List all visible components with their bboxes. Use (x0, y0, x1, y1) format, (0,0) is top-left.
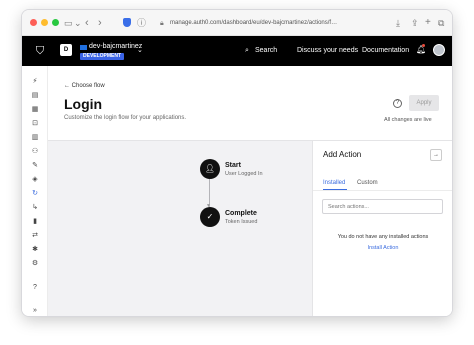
page-subtitle: Customize the login flow for your applic… (64, 115, 187, 121)
region-flag-icon (80, 45, 87, 50)
discuss-link[interactable]: Discuss your needs (297, 46, 358, 56)
authentication-icon[interactable]: ⊡ (31, 120, 39, 128)
info-icon[interactable]: ⓘ (137, 16, 146, 30)
address-bar[interactable]: manage.auth0.com/dashboard/eu/dev-bajcma… (170, 17, 346, 29)
sidebar-toggle-icon[interactable]: ▭ (64, 16, 73, 30)
settings-icon[interactable]: ⚙︎ (31, 260, 39, 268)
main-content: ← Choose flow Login Customize the login … (48, 66, 452, 316)
browser-window: ▭ ⌄ ‹ › ⓘ 🔒︎ manage.auth0.com/dashboard/… (22, 10, 452, 316)
auth0-logo-icon[interactable]: ⛉ (34, 44, 46, 58)
user-avatar[interactable] (433, 44, 445, 56)
chevron-down-icon[interactable]: ⌄ (74, 16, 82, 30)
start-node-title: Start (225, 162, 241, 169)
add-action-panel: Add Action → Installed Custom You do not… (312, 140, 452, 316)
back-link-label: Choose flow (71, 83, 105, 89)
close-window-button[interactable] (30, 19, 37, 26)
organizations-icon[interactable]: ▥ (31, 134, 39, 142)
maximize-window-button[interactable] (52, 19, 59, 26)
tab-custom[interactable]: Custom (357, 179, 378, 187)
forward-arrow-icon[interactable]: › (98, 16, 102, 30)
panel-title: Add Action (323, 150, 362, 159)
checkmark-icon[interactable]: ✓ (200, 207, 220, 227)
search-icon[interactable]: ⌕ (245, 46, 249, 56)
search-link[interactable]: Search (255, 46, 277, 56)
back-link[interactable]: ← Choose flow (64, 82, 105, 90)
marketplace-icon[interactable]: ⇄ (31, 232, 39, 240)
collapse-sidebar-icon[interactable]: » (31, 307, 39, 315)
tenant-avatar[interactable]: D (60, 44, 72, 56)
notification-dot (422, 44, 425, 47)
documentation-link[interactable]: Documentation (362, 46, 409, 56)
flow-canvas[interactable]: 👤︎ Start User Logged In ▼ ✓ Complete Tok… (48, 140, 312, 316)
save-status: All changes are live (384, 117, 432, 123)
download-icon[interactable]: ⤓ (396, 16, 400, 30)
complete-node-title: Complete (225, 210, 257, 217)
tenant-switcher-chevron-icon[interactable]: ⌄ (137, 46, 143, 55)
extensions-icon[interactable]: ✱ (31, 246, 39, 254)
bolt-icon[interactable]: ⚡︎ (31, 78, 39, 86)
page-title: Login (64, 96, 103, 112)
browser-toolbar: ▭ ⌄ ‹ › ⓘ 🔒︎ manage.auth0.com/dashboard/… (22, 10, 452, 36)
start-node-subtitle: User Logged In (225, 171, 263, 177)
tab-overview-icon[interactable]: ⧉ (438, 16, 444, 30)
auth-pipeline-icon[interactable]: ↳ (31, 204, 39, 212)
monitoring-icon[interactable]: ▮ (31, 218, 39, 226)
new-tab-icon[interactable]: + (425, 16, 431, 30)
privacy-shield-icon[interactable] (123, 18, 131, 27)
app-header: ⛉ D dev-bajcmartinez DEVELOPMENT ⌄ ⌕ Sea… (22, 36, 452, 66)
tab-installed[interactable]: Installed (323, 179, 345, 187)
tabs-divider (313, 190, 452, 191)
complete-node-subtitle: Token Issued (225, 219, 258, 225)
share-icon[interactable]: ⇪ (411, 16, 419, 30)
arrow-right-icon[interactable]: → (430, 149, 442, 161)
sidebar: ⚡︎ ▤ ▦ ⊡ ▥ ⚇ ✎ ◈ ↻ ↳ ▮ ⇄ ✱ ⚙︎ ? » (22, 66, 48, 316)
user-icon[interactable]: 👤︎ (200, 159, 220, 179)
lock-icon: 🔒︎ (160, 20, 164, 27)
minimize-window-button[interactable] (41, 19, 48, 26)
empty-state-message: You do not have any installed actions (337, 234, 429, 240)
dashboard-icon[interactable]: ▤ (31, 92, 39, 100)
security-icon[interactable]: ◈ (31, 176, 39, 184)
help-icon[interactable]: ? (393, 99, 402, 108)
apply-button[interactable]: Apply (409, 95, 439, 111)
branding-icon[interactable]: ✎ (31, 162, 39, 170)
help-icon[interactable]: ? (31, 284, 39, 292)
actions-icon[interactable]: ↻ (31, 190, 39, 198)
user-management-icon[interactable]: ⚇ (31, 148, 39, 156)
search-actions-input[interactable] (322, 199, 443, 214)
tenant-name[interactable]: dev-bajcmartinez (89, 42, 142, 51)
environment-badge: DEVELOPMENT (80, 53, 125, 60)
back-arrow-icon[interactable]: ‹ (85, 16, 89, 30)
applications-icon[interactable]: ▦ (31, 106, 39, 114)
install-action-link[interactable]: Install Action (313, 244, 452, 252)
